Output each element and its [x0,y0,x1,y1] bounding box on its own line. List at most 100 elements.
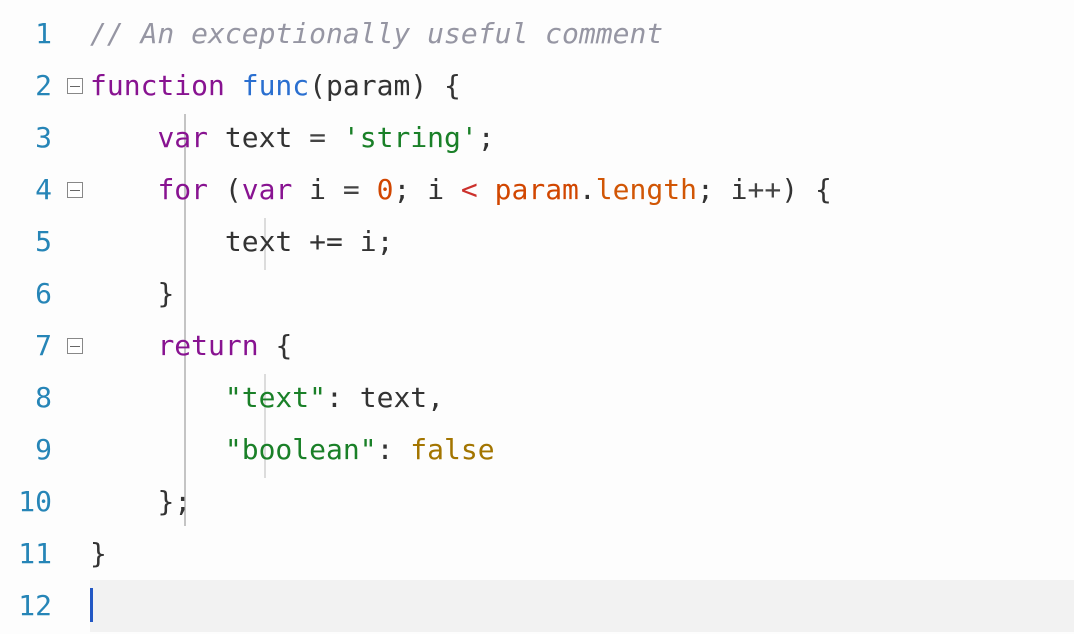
line-number: 7 [0,320,60,372]
token-identifier: text [225,225,292,258]
token-punct: : [326,381,343,414]
token-operator: < [461,173,478,206]
token-punct: ) [781,173,798,206]
token-indent [90,485,157,518]
fold-gutter [60,0,90,634]
token-space [798,173,815,206]
token-identifier: i [309,173,326,206]
token-boolean: false [410,433,494,466]
line-number: 9 [0,424,60,476]
token-keyword: for [157,173,208,206]
token-space [360,173,377,206]
token-identifier: i [427,173,444,206]
token-punct: ( [309,69,326,102]
token-punct: ( [225,173,242,206]
code-line[interactable]: var text = 'string'; [90,112,1074,164]
code-line[interactable]: text += i; [90,216,1074,268]
token-property: length [596,173,697,206]
token-operator: += [309,225,343,258]
token-keyword: function [90,69,225,102]
text-cursor [90,588,93,622]
line-number: 2 [0,60,60,112]
token-indent [90,173,157,206]
token-operator: = [309,121,326,154]
token-space [343,381,360,414]
token-space [410,173,427,206]
token-indent [90,121,157,154]
token-space [343,225,360,258]
code-line[interactable]: } [90,268,1074,320]
token-space [393,433,410,466]
token-space [259,329,276,362]
token-identifier: i [360,225,377,258]
token-space [208,173,225,206]
token-keyword: var [157,121,208,154]
token-space [292,121,309,154]
code-line[interactable]: for (var i = 0; i < param.length; i++) { [90,164,1074,216]
token-punct: ; [393,173,410,206]
code-editor[interactable]: 1 2 3 4 5 6 7 8 9 10 11 12 [0,0,1074,634]
line-number: 5 [0,216,60,268]
token-punct: : [377,433,394,466]
token-string: "boolean" [225,433,377,466]
token-space [225,69,242,102]
token-brace: } [157,277,174,310]
line-number: 10 [0,476,60,528]
token-indent [90,225,225,258]
token-punct: ) [410,69,427,102]
token-identifier: text [225,121,292,154]
line-number: 1 [0,8,60,60]
line-number: 3 [0,112,60,164]
line-number-gutter: 1 2 3 4 5 6 7 8 9 10 11 12 [0,0,60,634]
token-string: "text" [225,381,326,414]
code-line[interactable]: "boolean": false [90,424,1074,476]
line-number: 12 [0,580,60,632]
token-number: 0 [377,173,394,206]
token-identifier: i [731,173,748,206]
token-string: 'string' [343,121,478,154]
line-number: 8 [0,372,60,424]
line-number: 11 [0,528,60,580]
code-line[interactable]: }; [90,476,1074,528]
token-space [326,121,343,154]
token-space [478,173,495,206]
token-space [208,121,225,154]
token-space [326,173,343,206]
token-parameter: param [326,69,410,102]
token-identifier: param [495,173,579,206]
code-area[interactable]: // An exceptionally useful comment funct… [90,0,1074,634]
token-space [292,225,309,258]
line-number: 4 [0,164,60,216]
code-line-current[interactable] [90,580,1074,632]
token-punct: ; [478,121,495,154]
token-space [292,173,309,206]
token-space [427,69,444,102]
code-line[interactable]: } [90,528,1074,580]
token-punct: , [427,381,444,414]
token-brace: { [444,69,461,102]
token-operator: = [343,173,360,206]
token-brace: } [157,485,174,518]
token-indent [90,277,157,310]
line-number: 6 [0,268,60,320]
fold-toggle-icon[interactable] [67,182,83,198]
token-indent [90,381,225,414]
code-line[interactable]: return { [90,320,1074,372]
token-indent [90,329,157,362]
fold-toggle-icon[interactable] [67,78,83,94]
token-punct: . [579,173,596,206]
token-space [714,173,731,206]
code-line[interactable]: // An exceptionally useful comment [90,8,1074,60]
token-indent [90,433,225,466]
token-punct: ; [377,225,394,258]
token-function-name: func [242,69,309,102]
code-line[interactable]: "text": text, [90,372,1074,424]
code-line[interactable]: function func(param) { [90,60,1074,112]
token-keyword: var [242,173,293,206]
token-punct: ; [697,173,714,206]
fold-toggle-icon[interactable] [67,338,83,354]
token-space [444,173,461,206]
token-identifier: text [360,381,427,414]
token-brace: } [90,537,107,570]
token-keyword: return [157,329,258,362]
